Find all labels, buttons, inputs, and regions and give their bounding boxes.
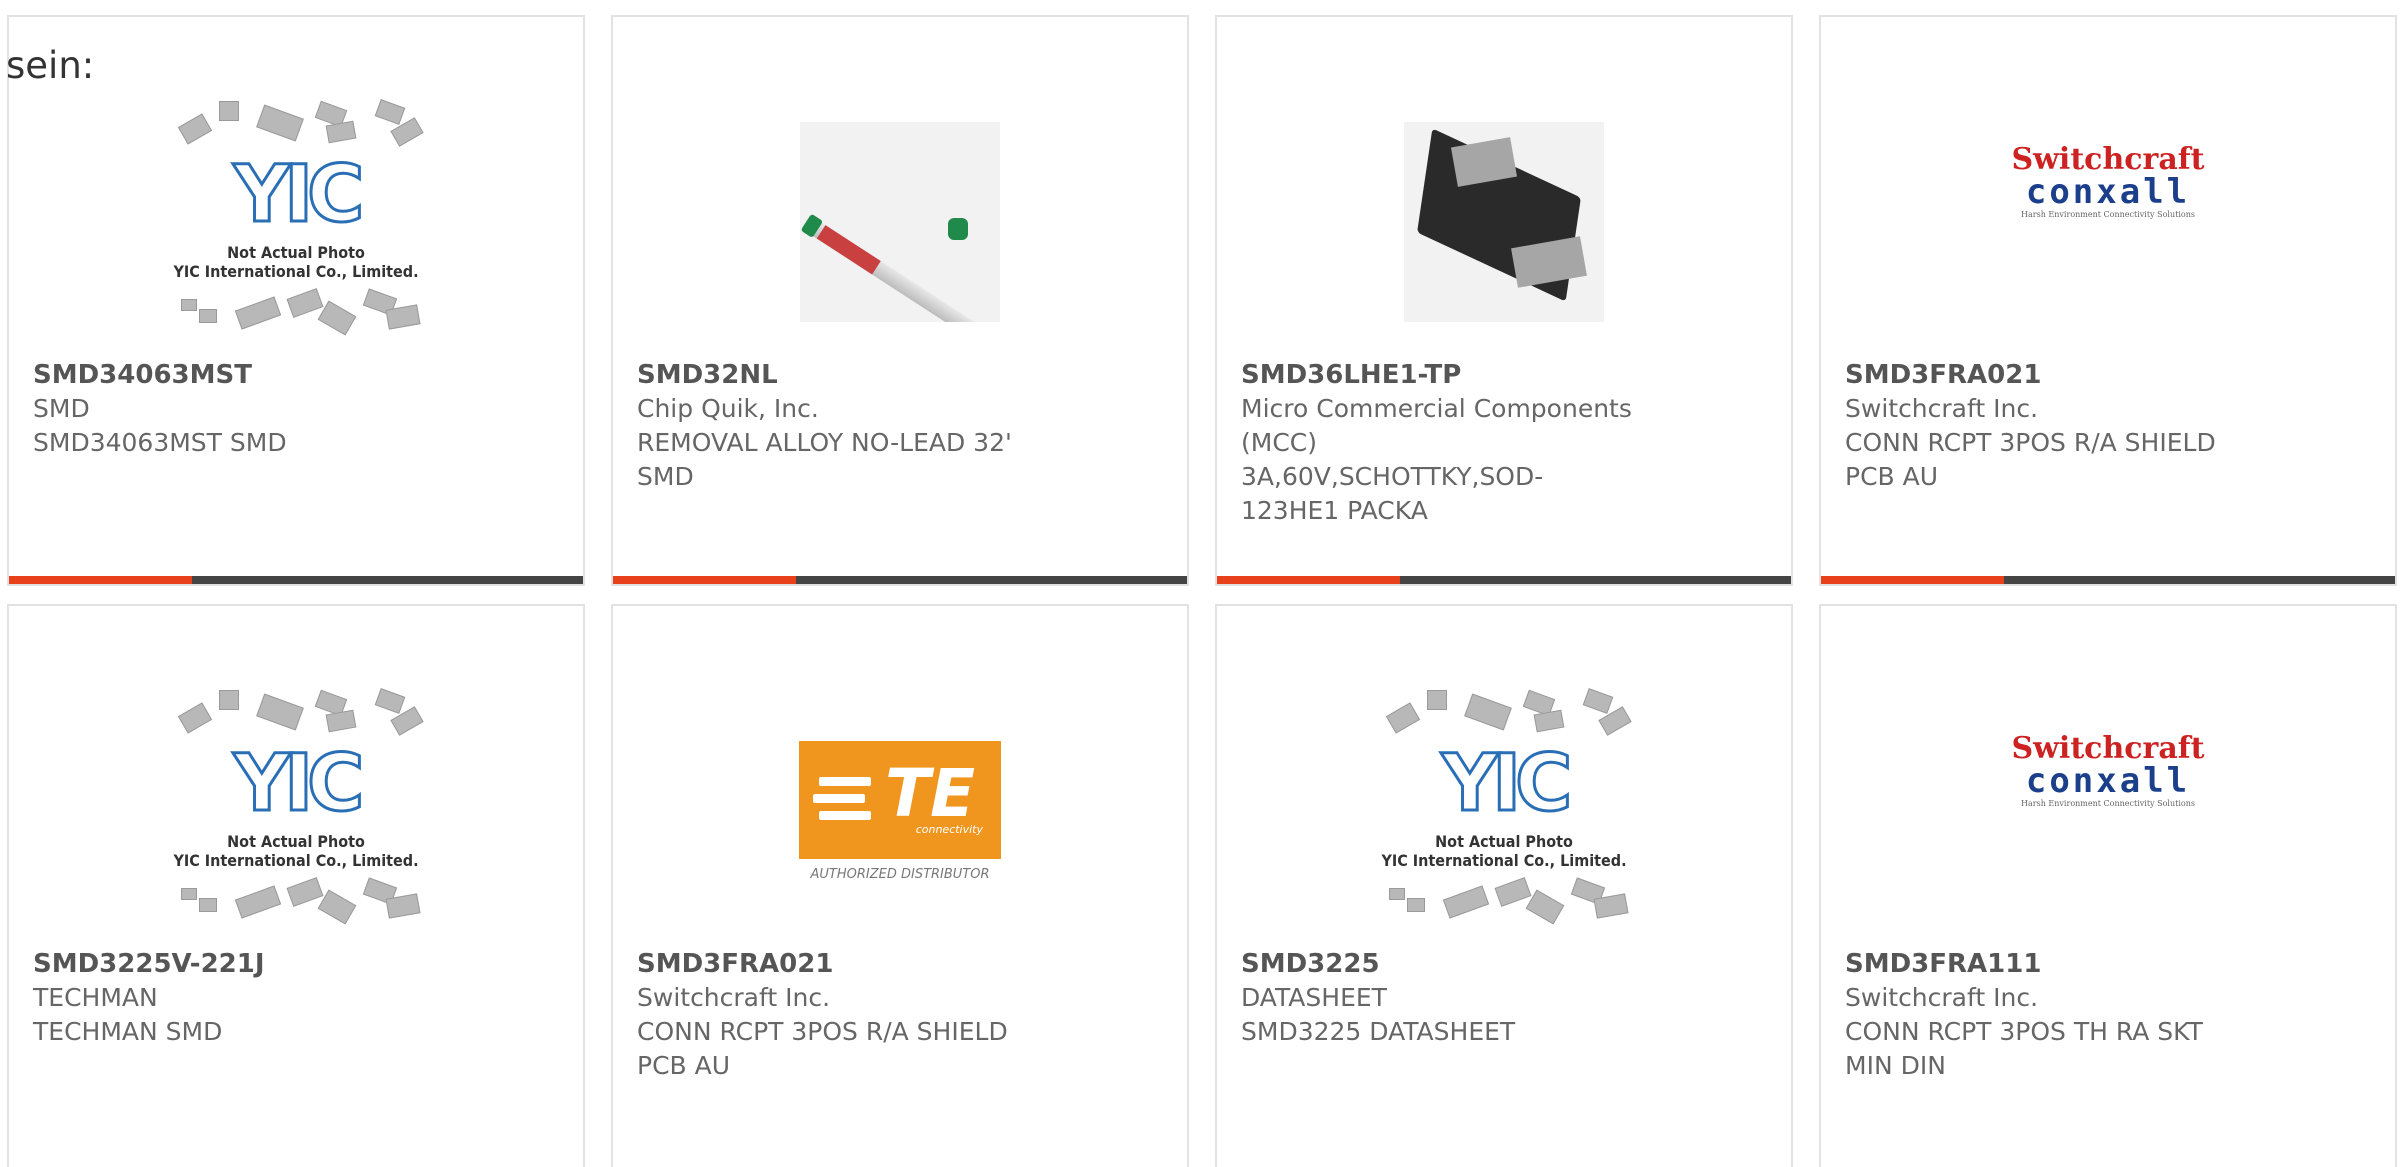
product-card[interactable]: YIC Not Actual Photo YIC International C… xyxy=(1215,604,1793,1167)
manufacturer: Switchcraft Inc. xyxy=(1845,983,2039,1012)
conxall-wordmark: conxall xyxy=(2025,172,2191,212)
product-info: SMD36LHE1-TP Micro Commercial Components… xyxy=(1241,358,1741,528)
solder-tube-photo xyxy=(800,122,1000,322)
part-number[interactable]: SMD34063MST xyxy=(33,358,533,392)
product-image[interactable]: Switchcraft conxall Harsh Environment Co… xyxy=(1973,57,2243,307)
description: SMD3225 DATASHEET xyxy=(1241,1017,1516,1046)
card-bottom-bar xyxy=(613,576,1187,584)
description: CONN RCPT 3POS TH RA SKT MIN DIN xyxy=(1845,1017,2203,1080)
card-bottom-bar xyxy=(1821,576,2395,584)
product-info: SMD3FRA111 Switchcraft Inc. CONN RCPT 3P… xyxy=(1845,947,2345,1083)
manufacturer: Switchcraft Inc. xyxy=(637,983,831,1012)
description: SMD34063MST SMD xyxy=(33,428,287,457)
part-number[interactable]: SMD32NL xyxy=(637,358,1137,392)
switchcraft-tagline: Harsh Environment Connectivity Solutions xyxy=(2021,210,2195,219)
description: REMOVAL ALLOY NO-LEAD 32' SMD xyxy=(637,428,1012,491)
product-card[interactable]: YIC Not Actual Photo YIC International C… xyxy=(7,604,585,1167)
product-info: SMD3225V-221J TECHMAN TECHMAN SMD xyxy=(33,947,533,1049)
yic-caption-line1: Not Actual Photo xyxy=(1435,832,1573,851)
product-image[interactable]: YIC Not Actual Photo YIC International C… xyxy=(1369,676,1639,946)
te-wordmark: TE xyxy=(885,754,976,832)
description: CONN RCPT 3POS R/A SHIELD PCB AU xyxy=(1845,428,2216,491)
product-card[interactable]: SMD36LHE1-TP Micro Commercial Components… xyxy=(1215,15,1793,586)
yic-logo: YIC xyxy=(1440,739,1574,829)
manufacturer: SMD xyxy=(33,394,90,423)
description: 3A,60V,SCHOTTKY,SOD-123HE1 PACKA xyxy=(1241,462,1544,525)
te-connectivity-logo: TE connectivity AUTHORIZED DISTRIBUTOR xyxy=(795,740,1005,882)
yic-placeholder-image: YIC Not Actual Photo YIC International C… xyxy=(1369,686,1639,936)
switchcraft-wordmark: Switchcraft xyxy=(2011,142,2205,177)
product-info: SMD32NL Chip Quik, Inc. REMOVAL ALLOY NO… xyxy=(637,358,1137,494)
product-card[interactable]: SMD32NL Chip Quik, Inc. REMOVAL ALLOY NO… xyxy=(611,15,1189,586)
product-image[interactable]: Switchcraft conxall Harsh Environment Co… xyxy=(1973,646,2243,896)
yic-placeholder-image: YIC Not Actual Photo YIC International C… xyxy=(161,686,431,936)
manufacturer: TECHMAN xyxy=(33,983,158,1012)
manufacturer: Micro Commercial Components (MCC) xyxy=(1241,394,1632,457)
switchcraft-conxall-logo: Switchcraft conxall Harsh Environment Co… xyxy=(2008,734,2208,808)
switchcraft-tagline: Harsh Environment Connectivity Solutions xyxy=(2021,799,2195,808)
part-number[interactable]: SMD3225V-221J xyxy=(33,947,533,981)
product-image[interactable]: YIC Not Actual Photo YIC International C… xyxy=(161,87,431,357)
manufacturer: Chip Quik, Inc. xyxy=(637,394,819,423)
manufacturer: Switchcraft Inc. xyxy=(1845,394,2039,423)
switchcraft-conxall-logo: Switchcraft conxall Harsh Environment Co… xyxy=(2008,145,2208,219)
conxall-wordmark: conxall xyxy=(2025,761,2191,801)
product-info: SMD34063MST SMD SMD34063MST SMD xyxy=(33,358,533,460)
card-bottom-bar xyxy=(1217,576,1791,584)
product-grid-page: sein: YIC Not Actual Photo YIC Internati… xyxy=(0,0,2400,1167)
yic-logo: YIC xyxy=(232,150,366,240)
product-info: SMD3FRA021 Switchcraft Inc. CONN RCPT 3P… xyxy=(1845,358,2345,494)
product-image[interactable]: YIC Not Actual Photo YIC International C… xyxy=(161,676,431,946)
part-number[interactable]: SMD36LHE1-TP xyxy=(1241,358,1741,392)
yic-caption-line2: YIC International Co., Limited. xyxy=(1381,851,1627,870)
part-number[interactable]: SMD3FRA021 xyxy=(637,947,1137,981)
product-image[interactable] xyxy=(765,87,1035,357)
product-card[interactable]: Switchcraft conxall Harsh Environment Co… xyxy=(1819,15,2397,586)
switchcraft-wordmark: Switchcraft xyxy=(2011,731,2205,766)
te-authorized-caption: AUTHORIZED DISTRIBUTOR xyxy=(810,866,990,882)
yic-caption-line2: YIC International Co., Limited. xyxy=(173,262,419,281)
part-number[interactable]: SMD3FRA021 xyxy=(1845,358,2345,392)
part-number[interactable]: SMD3FRA111 xyxy=(1845,947,2345,981)
truncated-text-fragment: sein: xyxy=(6,44,95,87)
description: CONN RCPT 3POS R/A SHIELD PCB AU xyxy=(637,1017,1008,1080)
product-image[interactable]: TE connectivity AUTHORIZED DISTRIBUTOR xyxy=(765,676,1035,946)
description: TECHMAN SMD xyxy=(33,1017,223,1046)
product-card[interactable]: YIC Not Actual Photo YIC International C… xyxy=(7,15,585,586)
product-image[interactable] xyxy=(1369,87,1639,357)
card-bottom-bar xyxy=(9,576,583,584)
product-info: SMD3225 DATASHEET SMD3225 DATASHEET xyxy=(1241,947,1741,1049)
yic-caption-line1: Not Actual Photo xyxy=(227,243,365,262)
product-info: SMD3FRA021 Switchcraft Inc. CONN RCPT 3P… xyxy=(637,947,1137,1083)
te-subtext: connectivity xyxy=(915,822,983,836)
part-number[interactable]: SMD3225 xyxy=(1241,947,1741,981)
manufacturer: DATASHEET xyxy=(1241,983,1387,1012)
yic-logo: YIC xyxy=(232,739,366,829)
product-card[interactable]: Switchcraft conxall Harsh Environment Co… xyxy=(1819,604,2397,1167)
yic-caption-line1: Not Actual Photo xyxy=(227,832,365,851)
product-card[interactable]: TE connectivity AUTHORIZED DISTRIBUTOR S… xyxy=(611,604,1189,1167)
yic-placeholder-image: YIC Not Actual Photo YIC International C… xyxy=(161,97,431,347)
yic-caption-line2: YIC International Co., Limited. xyxy=(173,851,419,870)
diode-photo xyxy=(1404,122,1604,322)
